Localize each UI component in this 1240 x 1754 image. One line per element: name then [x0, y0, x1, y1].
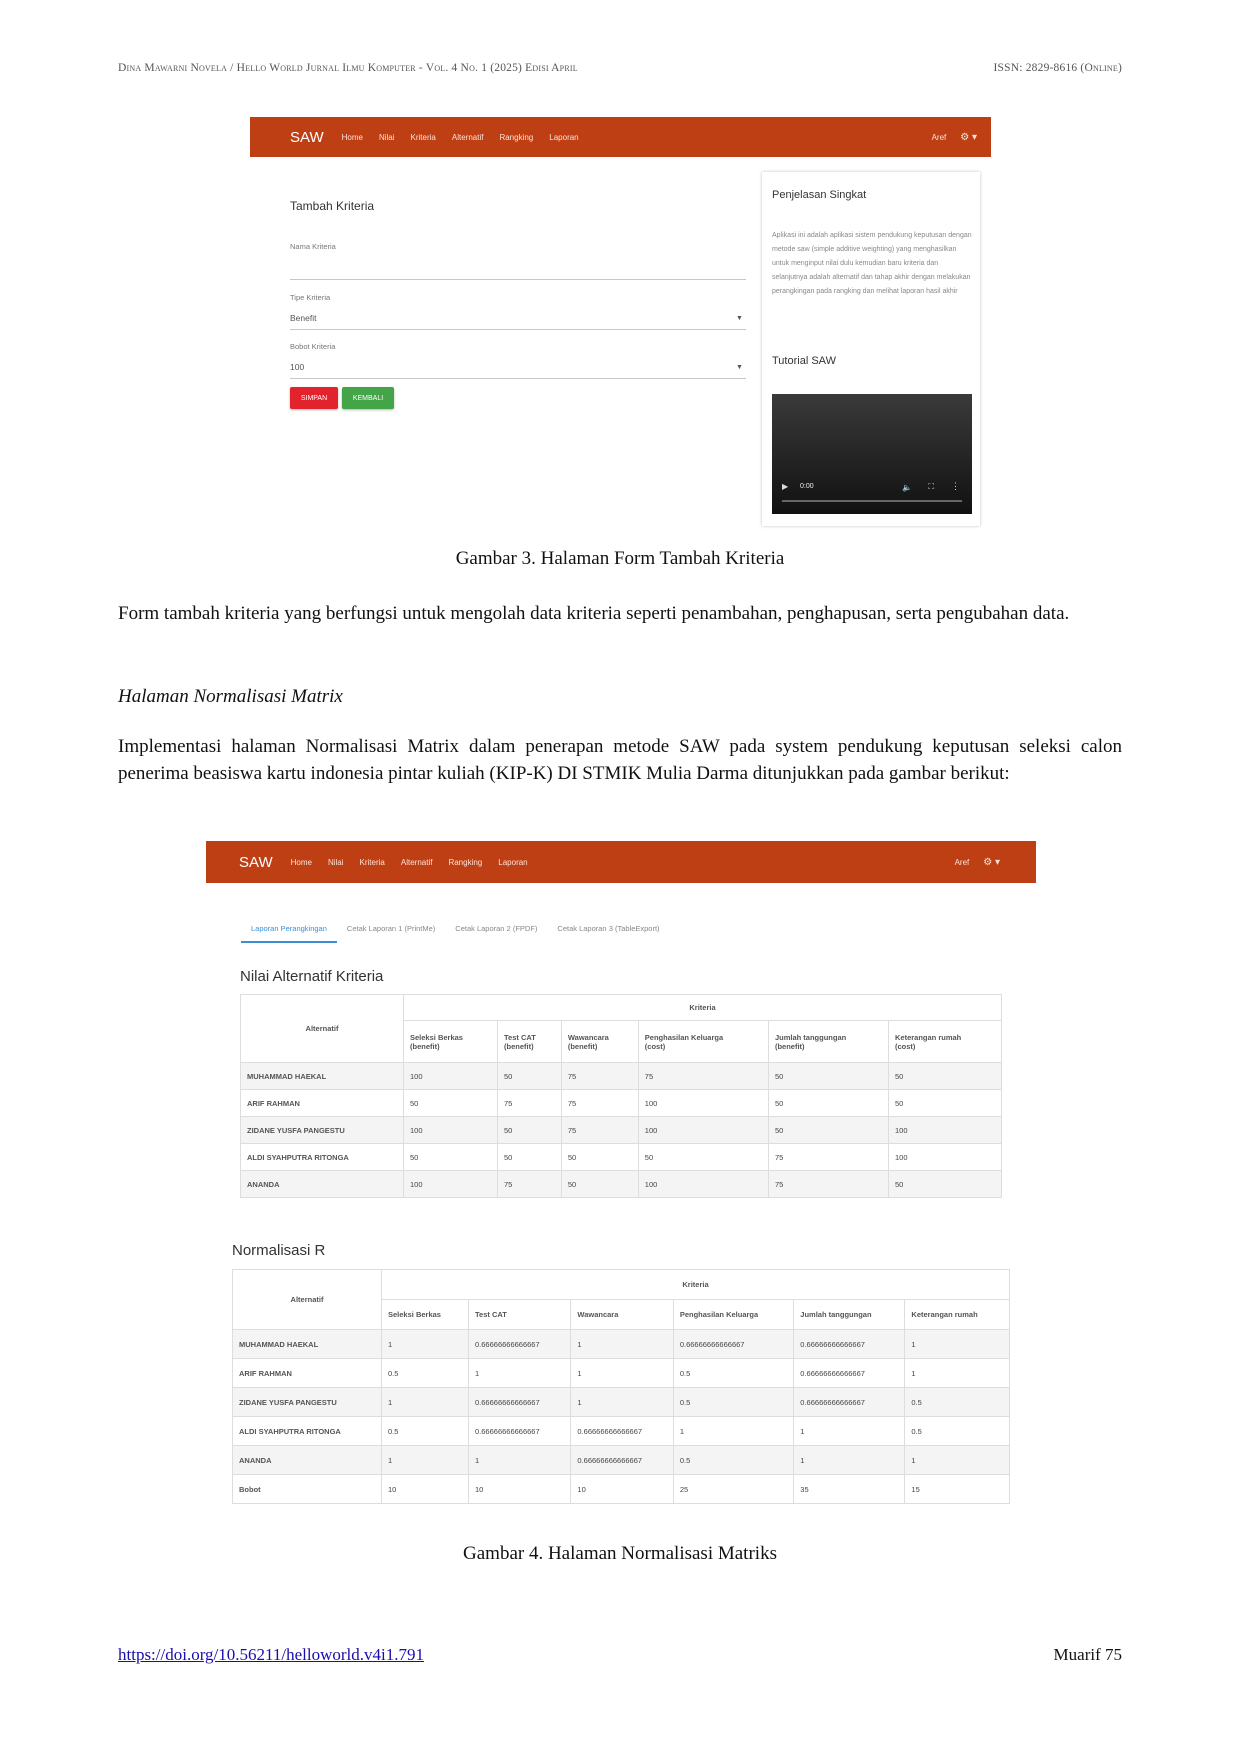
col-header: Wawancara	[570, 1299, 674, 1330]
footer-author-page: Muarif 75	[1053, 1645, 1122, 1664]
col-header: Jumlah tanggungan	[793, 1299, 906, 1330]
tab-cetak-laporan-1[interactable]: Cetak Laporan 1 (PrintMe)	[337, 924, 445, 943]
col-header: Seleksi Berkas	[381, 1299, 469, 1330]
nav-item-rangking[interactable]: Rangking	[499, 133, 533, 142]
bobot-kriteria-select[interactable]: 100	[290, 362, 304, 372]
table-row: MUHAMMAD HAEKAL 100 50 75 75 50 50	[240, 1062, 1002, 1090]
field-underline	[290, 329, 746, 330]
table-row: ARIF RAHMAN 50 75 75 100 50 50	[240, 1089, 1002, 1117]
table1-title: Nilai Alternatif Kriteria	[240, 968, 384, 985]
col-header: Test CAT (benefit)	[497, 1020, 562, 1063]
bobot-kriteria-label: Bobot Kriteria	[290, 342, 336, 351]
table2-title: Normalisasi R	[232, 1242, 326, 1259]
alt-header: Alternatif	[240, 994, 404, 1063]
paragraph-1: Form tambah kriteria yang berfungsi untu…	[118, 603, 1070, 624]
alt-header: Alternatif	[232, 1269, 382, 1330]
play-icon[interactable]: ▶	[782, 482, 788, 491]
tab-laporan-perangkingan[interactable]: Laporan Perangkingan	[241, 924, 337, 943]
col-header: Keterangan rumah	[904, 1299, 1010, 1330]
table-row: ANANDA 1 1 0.66666666666667 0.5 1 1	[232, 1445, 1010, 1475]
nav-item-laporan[interactable]: Laporan	[549, 133, 578, 142]
figure-4-screenshot: SAW Home Nilai Kriteria Alternatif Rangk…	[206, 841, 1036, 1507]
tipe-kriteria-label: Tipe Kriteria	[290, 293, 331, 302]
kembali-button[interactable]: KEMBALI	[342, 387, 394, 409]
nav-brand[interactable]: SAW	[239, 854, 273, 871]
nav-user[interactable]: Aref	[955, 858, 970, 867]
navbar: SAW Home Nilai Kriteria Alternatif Rangk…	[250, 117, 991, 157]
field-underline	[290, 279, 746, 280]
tab-cetak-laporan-3[interactable]: Cetak Laporan 3 (TableExport)	[547, 924, 669, 943]
running-header-right: ISSN: 2829-8616 (Online)	[993, 62, 1122, 74]
volume-icon[interactable]: 🔈	[902, 483, 912, 492]
form-title: Tambah Kriteria	[290, 199, 375, 213]
col-header: Keterangan rumah (cost)	[888, 1020, 1002, 1063]
more-options-icon[interactable]: ⋮	[951, 481, 960, 492]
fullscreen-icon[interactable]: ⛶	[928, 482, 934, 492]
nav-item-alternatif[interactable]: Alternatif	[452, 133, 484, 142]
table-row: MUHAMMAD HAEKAL 1 0.66666666666667 1 0.6…	[232, 1329, 1010, 1359]
chevron-down-icon[interactable]: ▼	[736, 315, 743, 322]
table-row: ALDI SYAHPUTRA RITONGA 50 50 50 50 75 10…	[240, 1143, 1002, 1171]
col-header: Penghasilan Keluarga (cost)	[637, 1020, 769, 1063]
simpan-button[interactable]: SIMPAN	[290, 387, 338, 409]
chevron-down-icon[interactable]: ▼	[736, 364, 743, 371]
col-header: Wawancara (benefit)	[560, 1020, 639, 1063]
normalisasi-table: Alternatif Kriteria Seleksi Berkas Test …	[232, 1269, 1010, 1504]
tipe-kriteria-select[interactable]: Benefit	[290, 313, 316, 323]
info-card: Penjelasan Singkat Aplikasi ini adalah a…	[762, 172, 980, 526]
card-description: Aplikasi ini adalah aplikasi sistem pend…	[772, 232, 972, 295]
video-progress-bar[interactable]	[782, 500, 962, 502]
running-header-left: Dina Mawarni Novela / Hello World Jurnal…	[118, 62, 578, 74]
kriteria-header: Kriteria	[403, 994, 1002, 1021]
table-row: ALDI SYAHPUTRA RITONGA 0.5 0.66666666666…	[232, 1416, 1010, 1446]
figure-4-caption: Gambar 4. Halaman Normalisasi Matriks	[463, 1543, 777, 1564]
nav-item-laporan[interactable]: Laporan	[498, 858, 527, 867]
doi-link[interactable]: https://doi.org/10.56211/helloworld.v4i1…	[118, 1645, 424, 1665]
table-row: Bobot 10 10 10 25 35 15	[232, 1474, 1010, 1504]
col-header: Seleksi Berkas (benefit)	[403, 1020, 498, 1063]
video-time: 0:00	[800, 483, 814, 490]
subheading: Halaman Normalisasi Matrix	[118, 686, 343, 707]
nav-item-nilai[interactable]: Nilai	[328, 858, 344, 867]
navbar: SAW Home Nilai Kriteria Alternatif Rangk…	[206, 841, 1036, 883]
tab-cetak-laporan-2[interactable]: Cetak Laporan 2 (FPDF)	[445, 924, 547, 943]
col-header: Penghasilan Keluarga	[672, 1299, 795, 1330]
field-underline	[290, 378, 746, 379]
nav-item-kriteria[interactable]: Kriteria	[411, 133, 436, 142]
nav-item-nilai[interactable]: Nilai	[379, 133, 395, 142]
nav-brand[interactable]: SAW	[290, 129, 324, 146]
nilai-alternatif-table: Alternatif Kriteria Seleksi Berkas (benef…	[240, 994, 1002, 1198]
paragraph-2: Implementasi halaman Normalisasi Matrix …	[118, 736, 1122, 784]
nav-item-kriteria[interactable]: Kriteria	[360, 858, 385, 867]
gear-icon[interactable]: ⚙ ▾	[983, 857, 1000, 868]
col-header: Test CAT	[467, 1299, 572, 1330]
table-row: ZIDANE YUSFA PANGESTU 100 50 75 100 50 1…	[240, 1116, 1002, 1144]
nav-item-rangking[interactable]: Rangking	[448, 858, 482, 867]
card-title: Penjelasan Singkat	[772, 189, 867, 201]
col-header: Jumlah tanggungan (benefit)	[767, 1020, 890, 1063]
report-tabs: Laporan Perangkingan Cetak Laporan 1 (Pr…	[241, 924, 670, 943]
nav-item-alternatif[interactable]: Alternatif	[401, 858, 433, 867]
nav-user[interactable]: Aref	[932, 133, 947, 142]
figure-3-screenshot: SAW Home Nilai Kriteria Alternatif Rangk…	[250, 117, 991, 529]
table-row: ANANDA 100 75 50 100 75 50	[240, 1170, 1002, 1198]
kriteria-header: Kriteria	[381, 1269, 1010, 1300]
nama-kriteria-field[interactable]: Nama Kriteria	[290, 242, 336, 251]
video-player[interactable]: ▶ 0:00 🔈 ⛶ ⋮	[772, 394, 972, 514]
table-row: ZIDANE YUSFA PANGESTU 1 0.66666666666667…	[232, 1387, 1010, 1417]
table-row: ARIF RAHMAN 0.5 1 1 0.5 0.66666666666667…	[232, 1358, 1010, 1388]
nav-item-home[interactable]: Home	[342, 133, 363, 142]
figure-3-caption: Gambar 3. Halaman Form Tambah Kriteria	[455, 548, 785, 569]
nav-item-home[interactable]: Home	[291, 858, 312, 867]
tutorial-title: Tutorial SAW	[772, 355, 836, 367]
gear-icon[interactable]: ⚙ ▾	[960, 132, 977, 143]
